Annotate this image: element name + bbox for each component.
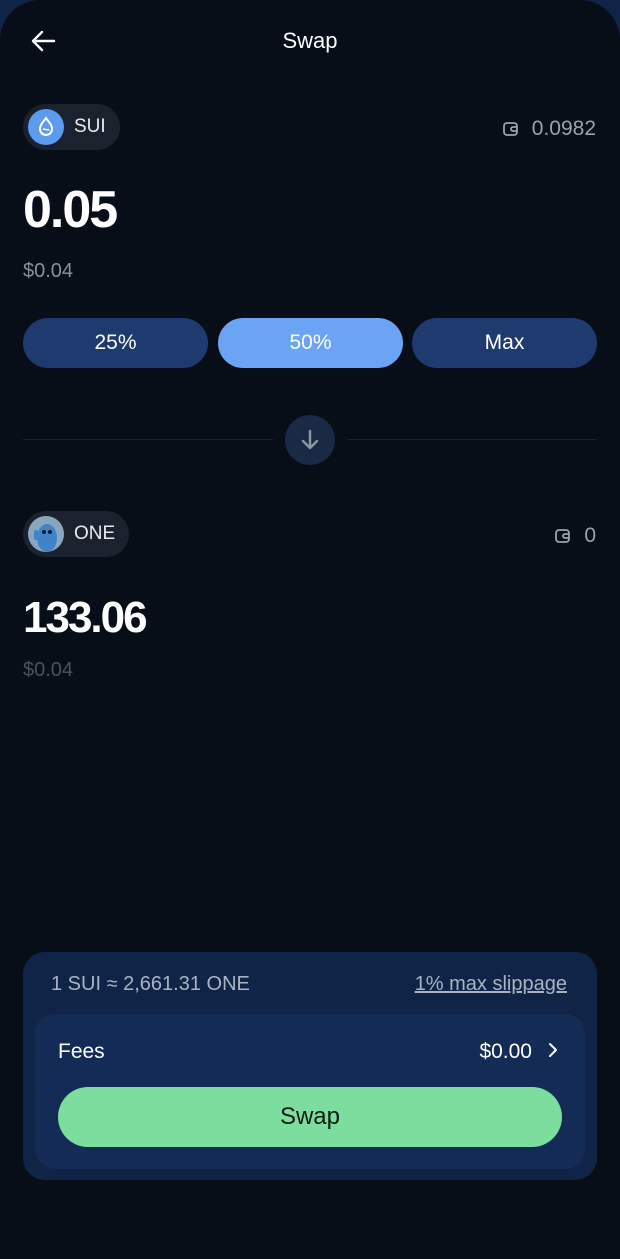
to-balance-value: 0 <box>584 524 596 547</box>
wallet-icon <box>555 529 571 543</box>
switch-direction-button[interactable] <box>285 415 335 465</box>
fees-card: Fees $0.00 Swap <box>35 1014 585 1169</box>
max-slippage-link[interactable]: 1% max slippage <box>415 973 567 996</box>
divider-right <box>347 439 597 440</box>
percent-max-button[interactable]: Max <box>412 318 597 368</box>
sui-droplet-icon <box>28 109 64 145</box>
exchange-rate: 1 SUI ≈ 2,661.31 ONE <box>51 973 250 995</box>
to-token-selector[interactable]: ONE <box>23 511 130 557</box>
one-mascot-icon <box>28 516 64 552</box>
fees-value: $0.00 <box>479 1040 532 1063</box>
header: Swap <box>0 0 620 82</box>
to-balance: 0 <box>554 524 596 548</box>
percent-50-button[interactable]: 50% <box>218 318 403 368</box>
swap-screen: Swap SUI 0.0982 0.05 $0.04 25% 50% Max O… <box>0 0 620 1259</box>
from-token-symbol: SUI <box>74 116 106 137</box>
wallet-icon <box>502 122 518 136</box>
divider-left <box>23 439 273 440</box>
chevron-right-icon <box>549 1043 557 1057</box>
percent-25-button[interactable]: 25% <box>23 318 208 368</box>
from-amount-input[interactable]: 0.05 <box>23 180 118 240</box>
from-balance: 0.0982 <box>502 117 596 141</box>
page-title: Swap <box>282 28 338 53</box>
to-usd-value: $0.04 <box>23 659 74 681</box>
fees-row[interactable]: Fees $0.00 <box>35 1014 585 1086</box>
from-balance-value: 0.0982 <box>531 117 596 140</box>
percent-buttons: 25% 50% Max <box>23 318 597 368</box>
swap-summary-panel: 1 SUI ≈ 2,661.31 ONE 1% max slippage Fee… <box>23 952 597 1180</box>
from-usd-value: $0.04 <box>23 260 74 282</box>
swap-button[interactable]: Swap <box>58 1087 562 1147</box>
fees-label: Fees <box>58 1040 105 1063</box>
from-token-selector[interactable]: SUI <box>23 104 120 150</box>
to-token-symbol: ONE <box>74 523 116 544</box>
arrow-down-icon <box>301 429 319 450</box>
to-amount: 133.06 <box>23 593 148 642</box>
